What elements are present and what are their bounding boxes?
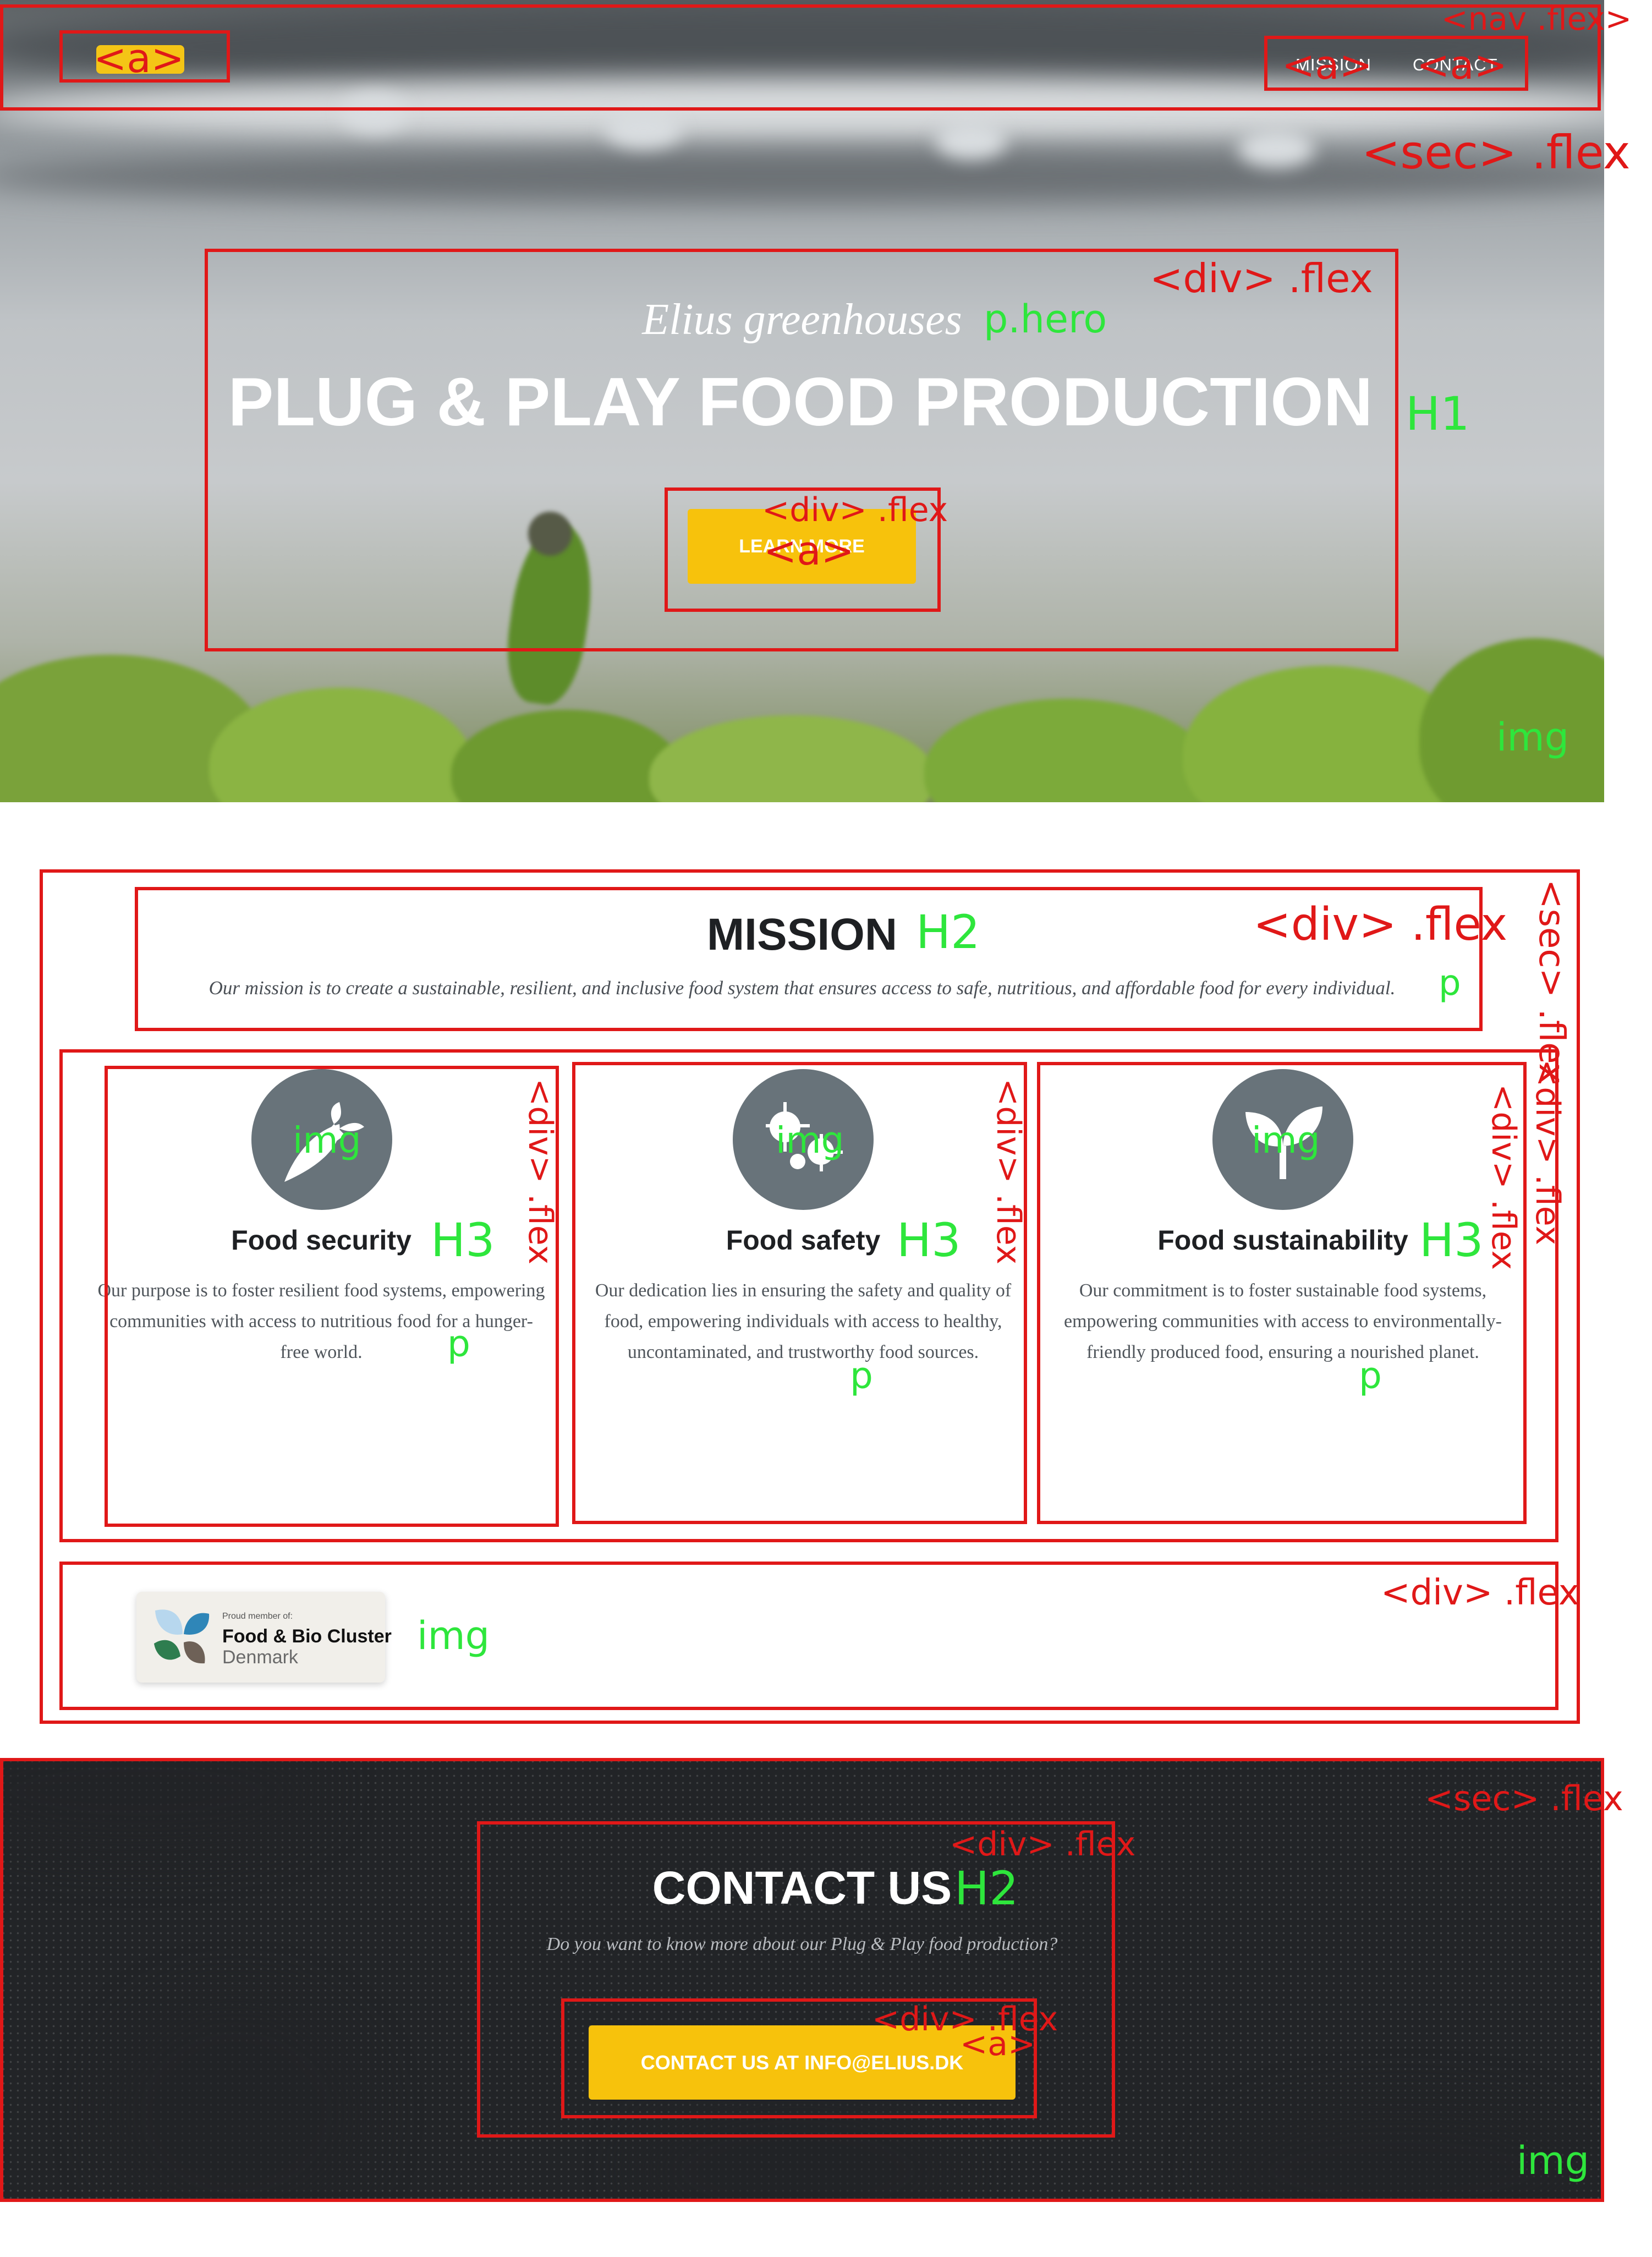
annotation-label-mission-section: <sec> .flex: [1531, 879, 1572, 1084]
annotation-label-card: <div> .flex: [989, 1078, 1028, 1265]
annotation-tag-card-h3: H3: [431, 1213, 495, 1267]
cluster-logo-icon: [154, 1609, 210, 1664]
annotation-label-hero-button-div: <div> .flex: [762, 491, 948, 529]
hero-bg-light: [341, 94, 407, 132]
hero-bg-light: [1238, 129, 1315, 168]
annotation-tag-contact-img: img: [1517, 2138, 1590, 2183]
annotation-label-cards-row: <div> .flex: [1528, 1059, 1567, 1246]
annotation-label-contact-section: <sec> .flex: [1425, 1778, 1623, 1818]
annotation-label-logo-link: <a>: [94, 35, 184, 81]
annotation-tag-contact-h2: H2: [954, 1861, 1019, 1915]
annotation-label-nav: <nav .flex>: [1441, 0, 1632, 37]
contact-section: [0, 1758, 1604, 2202]
leaf: [924, 699, 1210, 802]
card-text: Our commitment is to foster sustainable …: [1064, 1280, 1502, 1362]
annotation-label-badge-row: <div> .flex: [1381, 1573, 1579, 1613]
annotation-tag-card-img: img: [1252, 1119, 1320, 1162]
badge-name: Food & Bio Cluster: [222, 1626, 392, 1647]
annotation-tag-hero-p: p.hero: [984, 297, 1107, 342]
annotation-tag-card-h3: H3: [1419, 1213, 1484, 1267]
annotation-tag-hero-img: img: [1496, 715, 1569, 760]
annotation-tag-h1: H1: [1406, 387, 1470, 441]
card-text: Our dedication lies in ensuring the safe…: [595, 1280, 1012, 1362]
annotation-tag-badge-img: img: [417, 1613, 490, 1658]
annotation-label-card: <div> .flex: [521, 1078, 559, 1265]
hero-section: MISSION CONTACT Elius greenhouses PLUG &…: [0, 0, 1604, 802]
hero-bg-light: [935, 121, 1007, 160]
annotation-tag-card-p: p: [850, 1355, 873, 1397]
contact-title: CONTACT US: [652, 1862, 952, 1914]
hero-title: PLUG & PLAY FOOD PRODUCTION: [228, 364, 1373, 440]
leaf: [451, 710, 682, 802]
hero-subtitle: Elius greenhouses: [642, 295, 962, 344]
annotation-label-hero-button-link: <a>: [764, 528, 854, 574]
leaf: [649, 715, 935, 802]
card-text: Our purpose is to foster resilient food …: [97, 1280, 545, 1362]
annotation-tag-mission-p: p: [1439, 963, 1461, 1004]
annotation-label-hero-section: <sec> .flex: [1362, 125, 1631, 179]
annotation-label-nav-link: <a>: [1282, 42, 1373, 88]
annotation-label-contact-button-link: <a>: [960, 2025, 1036, 2063]
annotation-label-mission-header-div: <div> .flex: [1253, 899, 1508, 951]
card-title: Food safety: [726, 1225, 881, 1256]
annotation-tag-card-p: p: [447, 1323, 470, 1365]
annotation-label-contact-div: <div> .flex: [950, 1825, 1136, 1864]
annotation-tag-card-p: p: [1359, 1355, 1382, 1397]
annotation-tag-card-img: img: [293, 1119, 361, 1162]
leaf: [209, 688, 473, 802]
annotation-label-hero-div: <div> .flex: [1150, 255, 1373, 302]
seedling-head: [528, 512, 572, 556]
mission-text: Our mission is to create a sustainable, …: [208, 977, 1396, 999]
annotation-tag-card-h3: H3: [897, 1213, 961, 1267]
contact-text: Do you want to know more about our Plug …: [546, 1934, 1058, 1954]
annotation-tag-card-img: img: [776, 1119, 844, 1162]
annotation-label-card: <div> .flex: [1484, 1084, 1523, 1270]
badge-caption: Proud member of:: [222, 1612, 293, 1621]
annotation-label-nav-link: <a>: [1417, 42, 1507, 88]
food-bio-cluster-badge: Proud member of: Food & Bio Cluster Denm…: [136, 1592, 392, 1683]
hero-bg-light: [605, 110, 682, 149]
badge-country: Denmark: [222, 1647, 298, 1668]
annotation-tag-mission-h2: H2: [916, 905, 980, 959]
